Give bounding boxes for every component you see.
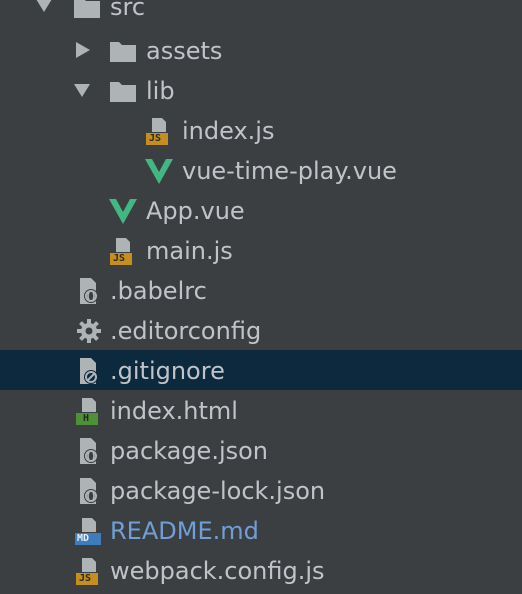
folder-icon xyxy=(108,36,138,66)
ignore-file-icon xyxy=(74,356,104,386)
tree-item-label: assets xyxy=(146,37,223,65)
chevron-down-icon[interactable] xyxy=(74,84,90,97)
tree-row-vue-time-play[interactable]: vue-time-play.vue xyxy=(0,150,522,190)
tree-item-label: App.vue xyxy=(146,197,245,225)
tree-item-label: README.md xyxy=(110,517,259,545)
tree-item-label: .editorconfig xyxy=(110,317,262,345)
tree-item-label: webpack.config.js xyxy=(110,557,325,585)
tree-row-webpack-config-js[interactable]: JS webpack.config.js xyxy=(0,550,522,590)
tree-item-label: vue-time-play.vue xyxy=(182,157,397,185)
tree-row-package-lock-json[interactable]: package-lock.json xyxy=(0,470,522,510)
tree-row-lib[interactable]: lib xyxy=(0,70,522,110)
tree-item-label: src xyxy=(110,0,146,21)
config-file-icon xyxy=(74,436,104,466)
html-badge-text: H xyxy=(83,413,90,424)
js-file-icon: JS xyxy=(144,116,174,146)
tree-item-label: package-lock.json xyxy=(110,477,326,505)
js-badge-text: JS xyxy=(149,133,162,144)
md-badge-text: MD xyxy=(77,533,90,544)
tree-row-gitignore[interactable]: .gitignore xyxy=(0,350,522,390)
tree-row-index-html[interactable]: H index.html xyxy=(0,390,522,430)
config-file-icon xyxy=(74,276,104,306)
tree-item-label: .babelrc xyxy=(110,277,207,305)
vue-file-icon xyxy=(144,156,174,186)
js-badge-text: JS xyxy=(79,573,92,584)
folder-icon xyxy=(72,0,102,22)
js-file-icon: JS xyxy=(108,236,138,266)
folder-icon xyxy=(108,76,138,106)
tree-row-editorconfig[interactable]: .editorconfig xyxy=(0,310,522,350)
tree-item-label: package.json xyxy=(110,437,269,465)
tree-row-app-vue[interactable]: App.vue xyxy=(0,190,522,230)
project-file-tree: src assets lib JS index.js vue-time-play… xyxy=(0,0,522,594)
tree-row-assets[interactable]: assets xyxy=(0,30,522,70)
tree-item-label: main.js xyxy=(146,237,233,265)
tree-row-index-js[interactable]: JS index.js xyxy=(0,110,522,150)
tree-item-label: lib xyxy=(146,77,175,105)
tree-item-label: index.html xyxy=(110,397,238,425)
chevron-right-icon[interactable] xyxy=(76,42,90,58)
tree-row-babelrc[interactable]: .babelrc xyxy=(0,270,522,310)
tree-row-main-js[interactable]: JS main.js xyxy=(0,230,522,270)
config-file-icon xyxy=(74,476,104,506)
gear-icon xyxy=(74,316,104,346)
tree-item-label: .gitignore xyxy=(110,357,225,385)
vue-file-icon xyxy=(108,196,138,226)
js-file-icon: JS xyxy=(74,556,104,586)
tree-row-package-json[interactable]: package.json xyxy=(0,430,522,470)
tree-item-label: index.js xyxy=(182,117,275,145)
html-file-icon: H xyxy=(74,396,104,426)
md-file-icon: MD xyxy=(74,516,104,546)
tree-row-readme-md[interactable]: MD README.md xyxy=(0,510,522,550)
chevron-down-icon[interactable] xyxy=(36,0,52,12)
js-badge-text: JS xyxy=(113,253,126,264)
